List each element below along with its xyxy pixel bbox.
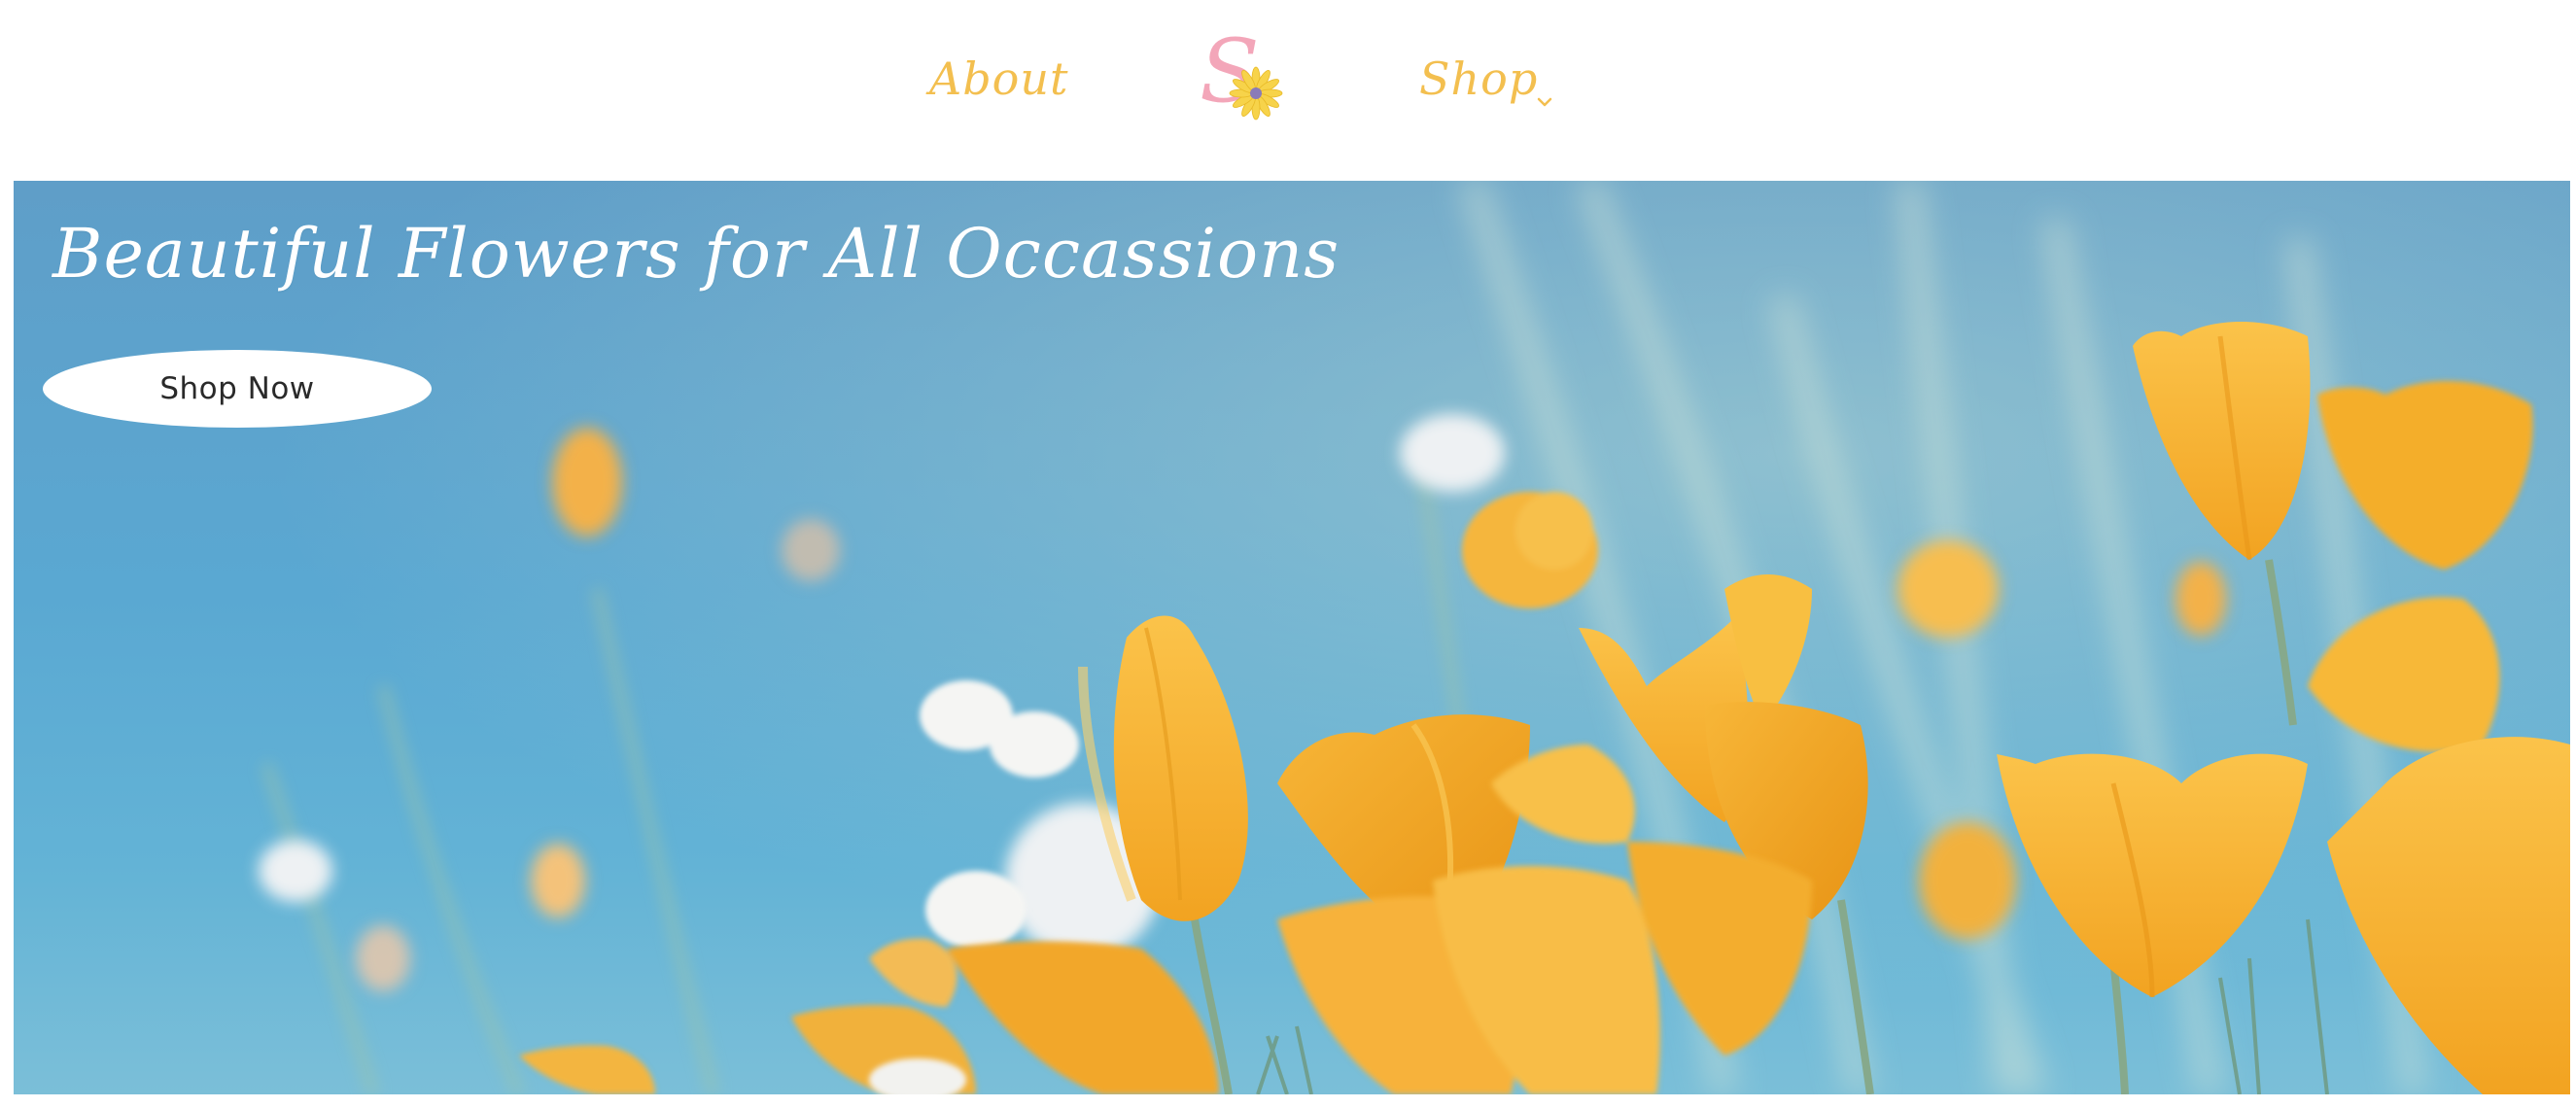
hero-title: Beautiful Flowers for All Occassions [52,214,1340,294]
hero-background-image [14,181,2570,1094]
shop-now-button[interactable]: Shop Now [43,350,432,428]
nav-about-link[interactable]: About [929,52,1068,105]
logo-flower-icon: S [1200,20,1283,122]
page: About S Shop Beautiful Flowers for All O… [0,0,2576,1108]
nav-shop-link[interactable]: Shop [1419,52,1538,105]
site-logo[interactable]: S [1196,20,1293,126]
site-header: About S Shop [0,0,2576,181]
hero-banner: Beautiful Flowers for All Occassions Sho… [14,181,2570,1094]
chevron-down-icon[interactable] [1536,93,1553,111]
